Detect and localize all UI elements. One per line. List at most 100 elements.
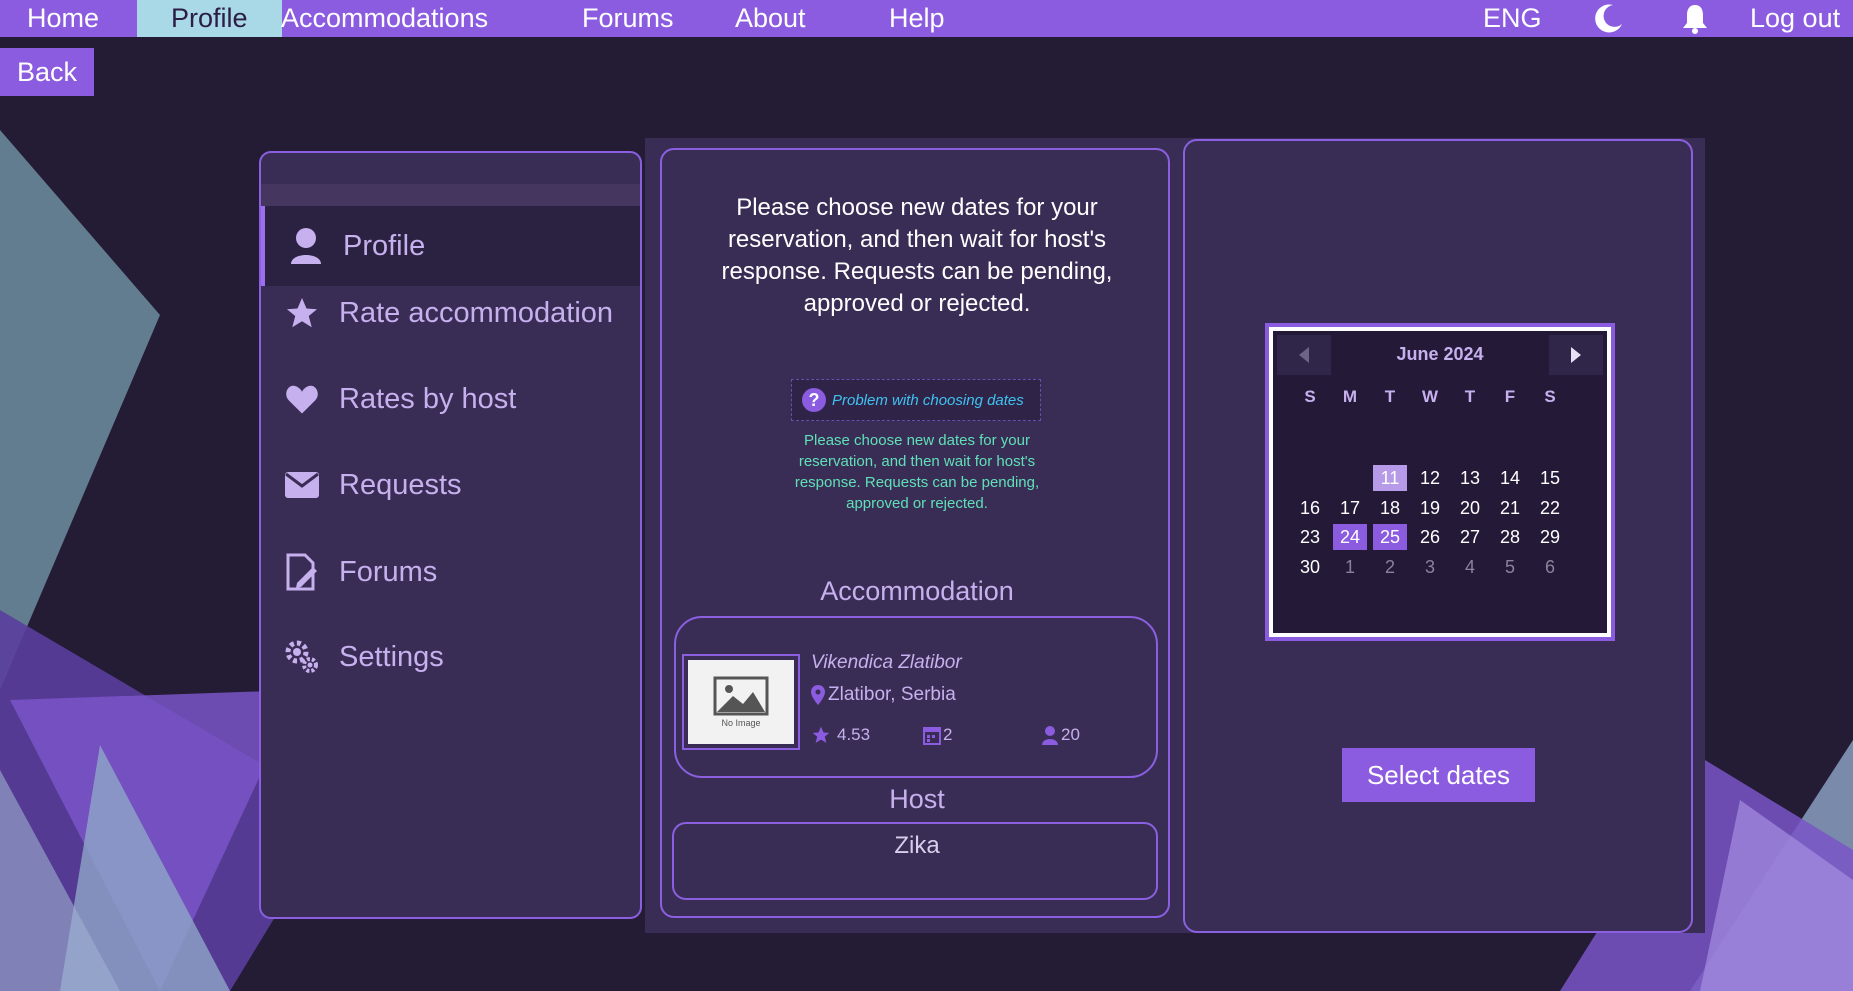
- max-guests-stat: 20: [1041, 725, 1080, 745]
- min-days-value: 2: [943, 725, 953, 744]
- nav-accommodations[interactable]: Accommodations: [281, 0, 488, 37]
- calendar-day-number: 12: [1419, 468, 1441, 488]
- question-icon: ?: [802, 388, 826, 412]
- calendar-day[interactable]: 3: [1413, 554, 1447, 580]
- next-month-button[interactable]: [1549, 335, 1603, 375]
- weekday-label: T: [1464, 387, 1476, 406]
- location-text: Zlatibor, Serbia: [828, 684, 956, 705]
- accommodation-name: Vikendica Zlatibor: [811, 652, 962, 673]
- weekday-label: M: [1342, 387, 1358, 406]
- calendar-day-number: 19: [1419, 498, 1441, 518]
- guest-icon: [1042, 726, 1058, 745]
- gears-icon: [281, 636, 323, 678]
- help-link[interactable]: Problem with choosing dates: [832, 392, 1024, 409]
- accommodation-image: No Image: [682, 654, 800, 750]
- nav-profile[interactable]: Profile: [137, 0, 282, 37]
- moon-icon[interactable]: [1588, 0, 1628, 37]
- calendar-day-number: 13: [1459, 468, 1481, 488]
- reservation-info-card: Please choose new dates for your reserva…: [660, 148, 1170, 918]
- location-pin-icon: [811, 685, 825, 705]
- language-selector[interactable]: ENG: [1483, 0, 1542, 37]
- accommodation-card[interactable]: No Image Vikendica Zlatibor Zlatibor, Se…: [674, 616, 1158, 778]
- help-toggle[interactable]: ? Problem with choosing dates: [791, 379, 1041, 421]
- envelope-icon: [281, 464, 323, 506]
- calendar-day[interactable]: 5: [1493, 554, 1527, 580]
- calendar-day[interactable]: 17: [1333, 495, 1367, 521]
- sidebar-item-label: Rate accommodation: [339, 296, 614, 329]
- calendar-day-number: 18: [1379, 498, 1401, 518]
- sidebar-item-rate-accommodation[interactable]: Rate accommodation: [261, 273, 640, 353]
- logout-link[interactable]: Log out: [1750, 0, 1840, 37]
- host-heading: Host: [889, 784, 945, 814]
- host-card[interactable]: Zika: [672, 822, 1158, 900]
- heart-icon: [281, 378, 323, 420]
- calendar-day[interactable]: 12: [1413, 465, 1447, 491]
- calendar-day[interactable]: 24: [1333, 524, 1367, 550]
- calendar-day[interactable]: 29: [1533, 524, 1567, 550]
- max-guests-value: 20: [1061, 725, 1080, 744]
- calendar-day[interactable]: 23: [1293, 524, 1327, 550]
- rating-value: 4.53: [837, 725, 871, 744]
- accommodation-heading: Accommodation: [820, 576, 1014, 606]
- sidebar-item-settings[interactable]: Settings: [261, 617, 640, 697]
- calendar-day[interactable]: 13: [1453, 465, 1487, 491]
- select-dates-button[interactable]: Select dates: [1342, 748, 1535, 802]
- nav-about[interactable]: About: [735, 0, 806, 37]
- weekday-label: S: [1304, 387, 1316, 406]
- sidebar-item-requests[interactable]: Requests: [261, 445, 640, 525]
- calendar-day-number: 15: [1539, 468, 1561, 488]
- calendar-day[interactable]: 19: [1413, 495, 1447, 521]
- calendar-day[interactable]: 25: [1373, 524, 1407, 550]
- chevron-right-icon: [1571, 347, 1581, 363]
- calendar-day-number: 17: [1339, 498, 1361, 518]
- calendar-day-number: 4: [1464, 557, 1475, 577]
- calendar-day[interactable]: 22: [1533, 495, 1567, 521]
- calendar-day[interactable]: 16: [1293, 495, 1327, 521]
- nav-forums[interactable]: Forums: [582, 0, 674, 37]
- calendar-day-number: 2: [1384, 557, 1395, 577]
- calendar-day[interactable]: 6: [1533, 554, 1567, 580]
- image-placeholder-icon: [713, 676, 769, 716]
- weekday-label: S: [1544, 387, 1556, 406]
- bell-icon[interactable]: [1677, 0, 1713, 37]
- nav-home[interactable]: Home: [27, 0, 99, 37]
- sidebar-item-forums[interactable]: Forums: [261, 532, 640, 612]
- calendar-icon: [923, 727, 941, 745]
- calendar-day-number: 21: [1499, 498, 1521, 518]
- image-placeholder-text: No Image: [721, 718, 761, 728]
- calendar-day[interactable]: 27: [1453, 524, 1487, 550]
- calendar-day[interactable]: 18: [1373, 495, 1407, 521]
- calendar-day-number: 27: [1459, 527, 1481, 547]
- calendar-day[interactable]: 2: [1373, 554, 1407, 580]
- weekday-label: F: [1504, 387, 1516, 406]
- calendar-day-number: 20: [1459, 498, 1481, 518]
- prev-month-button[interactable]: [1277, 335, 1331, 375]
- sidebar-item-rates-by-host[interactable]: Rates by host: [261, 359, 640, 439]
- calendar-day[interactable]: 15: [1533, 465, 1567, 491]
- calendar-day[interactable]: 14: [1493, 465, 1527, 491]
- calendar-day[interactable]: 4: [1453, 554, 1487, 580]
- calendar-day[interactable]: 1: [1333, 554, 1367, 580]
- calendar-day-number: 29: [1539, 527, 1561, 547]
- sidebar-item-label: Requests: [339, 468, 462, 501]
- calendar: June 2024 SMTWTFS11121314151617181920212…: [1265, 323, 1615, 641]
- calendar-day[interactable]: 11: [1373, 465, 1407, 491]
- calendar-day-number: 3: [1424, 557, 1435, 577]
- calendar-day-number: 16: [1299, 498, 1321, 518]
- top-nav: Home Profile Accommodations Forums About…: [0, 0, 1853, 37]
- sidebar-item-label: Rates by host: [339, 382, 517, 415]
- nav-help[interactable]: Help: [889, 0, 945, 37]
- instructions-text: Please choose new dates for your reserva…: [721, 194, 1113, 317]
- calendar-day[interactable]: 20: [1453, 495, 1487, 521]
- back-button[interactable]: Back: [0, 48, 94, 96]
- star-icon: [812, 726, 830, 743]
- calendar-day-number: 26: [1419, 527, 1441, 547]
- sidebar-item-label: Forums: [339, 555, 438, 588]
- calendar-day[interactable]: 30: [1293, 554, 1327, 580]
- calendar-day[interactable]: 21: [1493, 495, 1527, 521]
- weekday-label: W: [1421, 387, 1439, 406]
- calendar-day[interactable]: 28: [1493, 524, 1527, 550]
- calendar-day[interactable]: 26: [1413, 524, 1447, 550]
- host-name: Zika: [894, 832, 940, 859]
- help-description: Please choose new dates for your reserva…: [794, 432, 1040, 512]
